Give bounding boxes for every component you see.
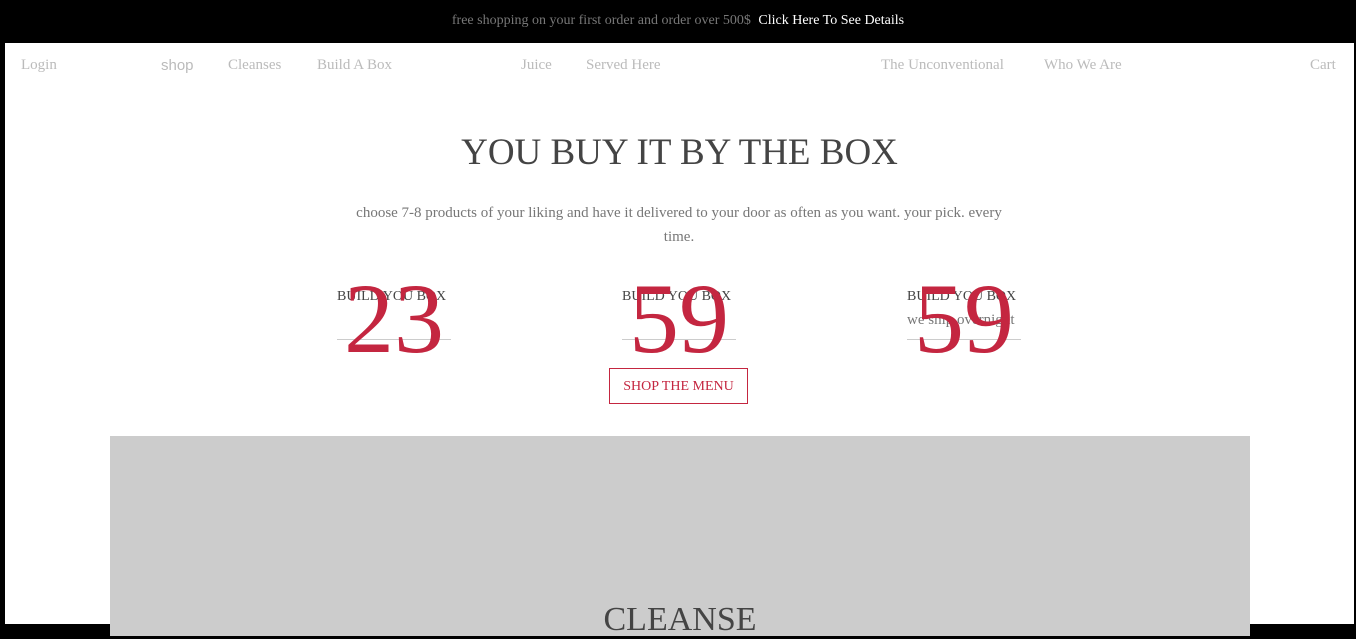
stat-number: 23 <box>344 263 444 374</box>
stat-item: BUILD YOU BOX 59 <box>622 269 736 369</box>
page-subtitle: choose 7-8 products of your liking and h… <box>356 205 1002 245</box>
nav-unconventional[interactable]: The Unconventional <box>881 57 1004 74</box>
cleanse-hero: CLEANSE <box>110 436 1250 638</box>
page-title: YOU BUY IT BY THE BOX <box>461 132 898 173</box>
stat-item: BUILD YOU BOX we ship overnight 59 <box>907 269 1021 369</box>
details-link[interactable]: Click Here To See Details <box>758 13 904 28</box>
nav-served-here[interactable]: Served Here <box>586 57 661 74</box>
hero-title: CLEANSE <box>603 601 757 638</box>
shop-the-menu-button[interactable]: SHOP THE MENU <box>609 368 748 404</box>
nav-cart[interactable]: Cart <box>1310 57 1336 74</box>
nav-cleanses[interactable]: Cleanses <box>228 57 281 74</box>
announcement-text: free shopping on your first order and or… <box>451 13 751 28</box>
nav-build-a-box[interactable]: Build A Box <box>317 57 392 74</box>
announcement-bar: free shopping on your first order and or… <box>0 0 1356 43</box>
nav-who-we-are[interactable]: Who We Are <box>1044 57 1122 74</box>
stat-number: 59 <box>914 263 1014 374</box>
nav-login[interactable]: Login <box>21 57 57 74</box>
nav-juice[interactable]: Juice <box>521 57 552 74</box>
nav-shop[interactable]: shop <box>161 57 194 74</box>
stat-number: 59 <box>629 263 729 374</box>
page: Login shop Cleanses Build A Box Juice Se… <box>5 43 1354 638</box>
stat-item: BUILD YOU BOX 23 <box>337 269 451 369</box>
